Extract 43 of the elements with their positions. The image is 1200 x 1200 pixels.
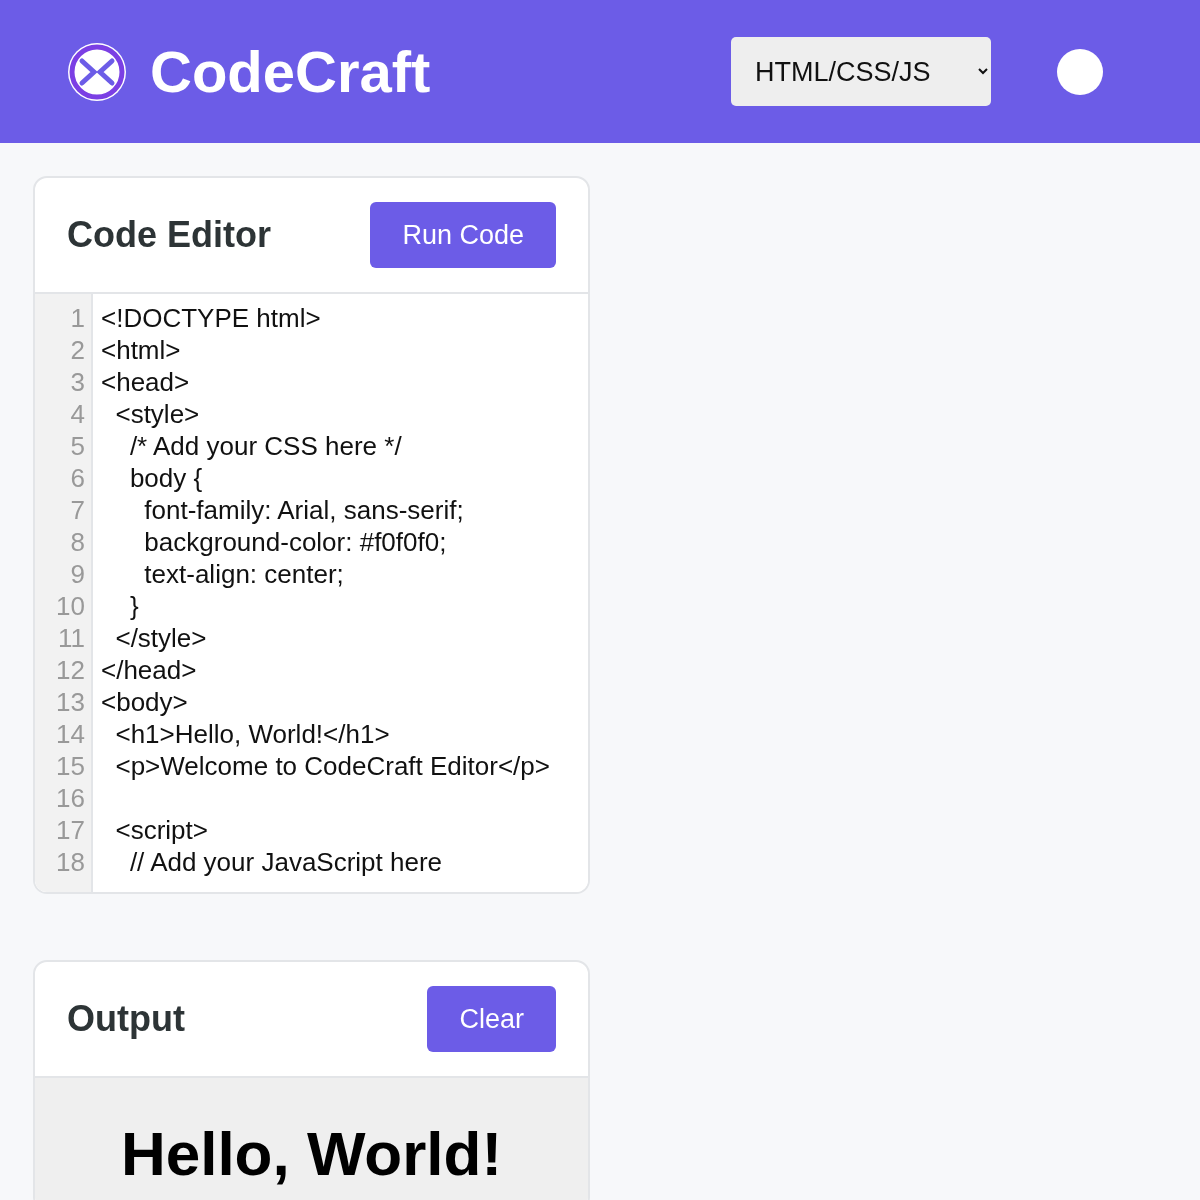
line-number: 5 xyxy=(69,430,86,462)
line-number: 17 xyxy=(55,814,86,846)
line-number: 12 xyxy=(55,654,86,686)
code-line: font-family: Arial, sans-serif; xyxy=(143,494,465,526)
code-line: background-color: #f0f0f0; xyxy=(143,526,448,558)
card-title: Output xyxy=(67,998,185,1040)
clear-button[interactable]: Clear xyxy=(427,986,556,1052)
card-title: Code Editor xyxy=(67,214,271,256)
line-number: 3 xyxy=(69,366,86,398)
line-number: 14 xyxy=(55,718,86,750)
output-heading: Hello, World! xyxy=(119,1118,504,1189)
language-select[interactable]: HTML/CSS/JS xyxy=(731,37,991,106)
line-number: 18 xyxy=(55,846,86,878)
code-line: <!DOCTYPE html> xyxy=(101,302,322,334)
code-line: </style> xyxy=(114,622,208,654)
code-line: <head> xyxy=(101,366,191,398)
line-number: 7 xyxy=(69,494,86,526)
code-line: <body> xyxy=(101,686,189,718)
run-code-button[interactable]: Run Code xyxy=(370,202,556,268)
line-number: 16 xyxy=(55,782,86,814)
line-number: 1 xyxy=(69,302,86,334)
code-line: <p>Welcome to CodeCraft Editor</p> xyxy=(114,750,551,782)
code-line: </head> xyxy=(101,654,198,686)
theme-toggle[interactable] xyxy=(1057,48,1103,95)
line-number: 10 xyxy=(55,590,86,622)
code-line: } xyxy=(128,590,140,622)
line-number: 8 xyxy=(69,526,86,558)
code-line: text-align: center; xyxy=(143,558,345,590)
code-line: <html> xyxy=(101,334,182,366)
code-line: // Add your JavaScript here xyxy=(128,846,444,878)
code-line: <h1>Hello, World!</h1> xyxy=(114,718,391,750)
line-number: 2 xyxy=(69,334,86,366)
code-line: <style> xyxy=(114,398,201,430)
line-number: 6 xyxy=(69,462,86,494)
line-number: 13 xyxy=(55,686,86,718)
code-line: body { xyxy=(128,462,204,494)
code-line: <script> xyxy=(114,814,209,846)
app-title: CodeCraft xyxy=(150,38,431,105)
line-number: 11 xyxy=(57,622,86,654)
line-number: 9 xyxy=(69,558,86,590)
line-number: 4 xyxy=(69,398,86,430)
line-number: 15 xyxy=(55,750,86,782)
code-line: /* Add your CSS here */ xyxy=(128,430,403,462)
